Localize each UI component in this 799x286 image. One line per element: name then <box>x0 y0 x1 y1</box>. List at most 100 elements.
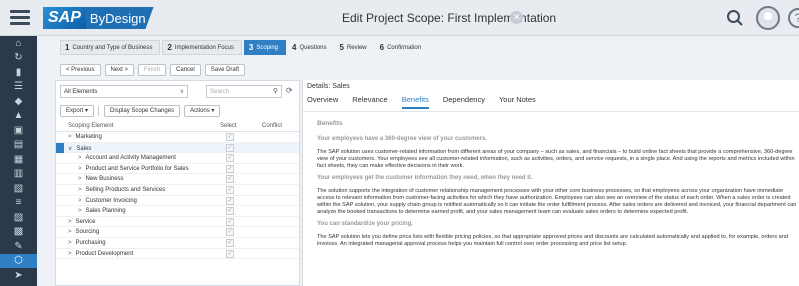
step-label: Scoping <box>256 44 279 51</box>
chevron-right-icon[interactable]: > <box>78 208 82 214</box>
row-text: Selling Products and Services <box>85 186 166 193</box>
calendar-icon[interactable]: ▦ <box>0 152 37 167</box>
tab-divider <box>303 111 799 112</box>
table-row[interactable]: > Service ✓ <box>56 217 299 228</box>
home-icon[interactable]: ⌂ <box>0 36 37 51</box>
chevron-right-icon[interactable]: > <box>68 251 72 257</box>
select-checkbox[interactable]: ✓ <box>226 143 234 152</box>
cancel-button[interactable]: Cancel <box>170 64 201 76</box>
chevron-right-icon[interactable]: > <box>78 176 82 182</box>
document-icon[interactable]: ▤ <box>0 138 37 153</box>
help-icon[interactable]: ? <box>788 8 799 28</box>
table-header: Scoping Element Select Conflict <box>56 122 299 132</box>
select-checkbox[interactable]: ✓ <box>226 185 234 194</box>
actions-button[interactable]: Actions ▾ <box>184 105 221 117</box>
shapes-icon[interactable]: ◆ <box>0 94 37 109</box>
table-row[interactable]: > Selling Products and Services ✓ <box>56 185 299 196</box>
table-row[interactable]: > Purchasing ✓ <box>56 238 299 249</box>
select-checkbox[interactable]: ✓ <box>226 238 234 247</box>
row-text: Customer Invoicing <box>85 197 137 204</box>
row-label: > Purchasing <box>68 240 106 246</box>
table-row[interactable]: > Customer Invoicing ✓ <box>56 196 299 207</box>
search-icon[interactable] <box>726 9 744 27</box>
scope-icon[interactable]: ⬡ <box>0 253 37 268</box>
select-checkbox[interactable]: ✓ <box>226 217 234 226</box>
refresh-icon[interactable]: ↻ <box>0 51 37 66</box>
save-draft-button[interactable]: Save Draft <box>204 64 246 76</box>
chevron-right-icon[interactable]: > <box>78 198 82 204</box>
tab-your-notes[interactable]: Your Notes <box>499 95 536 109</box>
table-icon[interactable]: ▧ <box>0 181 37 196</box>
details-panel: Details: Sales Overview Relevance Benefits… <box>302 80 799 286</box>
select-checkbox[interactable]: ✓ <box>226 196 234 205</box>
table-row[interactable]: > Account and Activity Management ✓ <box>56 153 299 164</box>
close-icon[interactable]: ✕ <box>510 11 523 24</box>
select-checkbox[interactable]: ✓ <box>226 133 234 141</box>
search-icon[interactable]: ⚲ <box>273 87 278 95</box>
triangle-icon[interactable]: ▲ <box>0 109 37 124</box>
tab-dependency[interactable]: Dependency <box>443 95 485 109</box>
select-checkbox[interactable]: ✓ <box>226 164 234 173</box>
step-3[interactable]: 3 Scoping <box>243 40 287 55</box>
sap-logo[interactable]: SAP ByDesign <box>43 7 154 29</box>
row-label: > Product and Service Portfolio for Sales <box>78 166 189 172</box>
chevron-right-icon[interactable]: > <box>78 155 82 161</box>
benefit-paragraph-1: The SAP solution uses customer-related i… <box>317 149 795 169</box>
select-checkbox[interactable]: ✓ <box>226 175 234 184</box>
select-checkbox[interactable]: ✓ <box>226 207 234 216</box>
chevron-right-icon[interactable]: > <box>68 229 72 235</box>
chevron-down-icon[interactable]: ∨ <box>68 146 72 152</box>
list-icon[interactable]: ☰ <box>0 80 37 95</box>
table-row[interactable]: ∨ Sales ✓ <box>56 142 299 154</box>
next-button[interactable]: Next > <box>104 64 135 76</box>
left-nav: ⌂↻▮☰◆▲▣▤▦▥▧≡▨▩✎⬡➤☺ <box>0 36 37 286</box>
grid-icon[interactable]: ▥ <box>0 167 37 182</box>
previous-button[interactable]: < Previous <box>60 64 101 76</box>
table-row[interactable]: > Sales Planning ✓ <box>56 206 299 217</box>
step-label: Questions <box>299 44 327 51</box>
chart-icon[interactable]: ▮ <box>0 65 37 80</box>
tab-relevance[interactable]: Relevance <box>352 95 387 109</box>
chevron-right-icon[interactable]: > <box>78 187 82 193</box>
table-row[interactable]: > Sourcing ✓ <box>56 227 299 238</box>
select-checkbox[interactable]: ✓ <box>226 249 234 258</box>
step-label: Confirmation <box>387 44 422 51</box>
table-row[interactable]: > New Business ✓ <box>56 174 299 185</box>
users-icon[interactable]: ☺ <box>0 283 37 286</box>
display-scope-changes-button[interactable]: Display Scope Changes <box>104 105 181 117</box>
table-row[interactable]: > Marketing ✓ <box>56 132 299 143</box>
clipboard-icon[interactable]: ▣ <box>0 123 37 138</box>
chevron-right-icon[interactable]: > <box>68 134 72 140</box>
table-row[interactable]: > Product and Service Portfolio for Sales… <box>56 164 299 175</box>
send-icon[interactable]: ➤ <box>0 268 37 283</box>
tab-benefits[interactable]: Benefits <box>401 95 429 109</box>
chevron-right-icon[interactable]: > <box>68 240 72 246</box>
select-checkbox[interactable]: ✓ <box>226 228 234 237</box>
finish-button[interactable]: Finish <box>138 64 167 76</box>
scoping-table: Scoping Element Select Conflict > Marketi… <box>56 122 299 260</box>
wrench-icon[interactable]: ✎ <box>0 239 37 254</box>
actions-label: Actions <box>190 108 210 114</box>
table-row[interactable]: > Product Development ✓ <box>56 249 299 260</box>
book-icon[interactable]: ▨ <box>0 210 37 225</box>
chevron-right-icon[interactable]: > <box>68 219 72 225</box>
chevron-right-icon[interactable]: > <box>78 166 82 172</box>
step-4[interactable]: 4 Questions <box>288 40 333 55</box>
layers-icon[interactable]: ≡ <box>0 196 37 211</box>
export-label: Export <box>66 108 84 114</box>
step-1[interactable]: 1 Country and Type of Business <box>60 40 161 55</box>
export-button[interactable]: Export ▾ <box>60 105 95 117</box>
row-text: Sales <box>76 145 92 152</box>
menu-icon[interactable] <box>10 10 30 26</box>
avatar[interactable] <box>756 6 780 30</box>
step-2[interactable]: 2 Implementation Focus <box>162 40 242 55</box>
step-6[interactable]: 6 Confirmation <box>376 40 428 55</box>
building-icon[interactable]: ▩ <box>0 225 37 240</box>
filter-select[interactable]: All Elements ∨ <box>60 85 188 98</box>
step-label: Review <box>346 44 367 51</box>
select-checkbox[interactable]: ✓ <box>226 154 234 163</box>
tab-overview[interactable]: Overview <box>307 95 338 109</box>
refresh-icon[interactable]: ⟳ <box>286 86 293 95</box>
step-5[interactable]: 5 Review <box>335 40 373 55</box>
search-input[interactable]: Search ⚲ <box>206 85 282 98</box>
